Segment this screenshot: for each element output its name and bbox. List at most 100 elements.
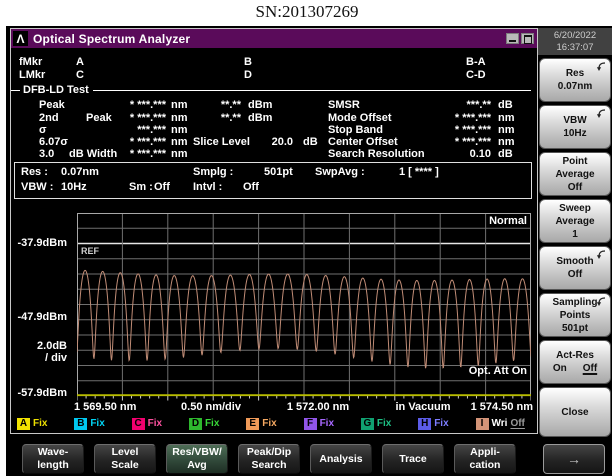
lmkr-c-minus-d: C-D	[466, 69, 486, 81]
vbw-value: 10Hz	[61, 181, 87, 193]
button-value: 0.07nm	[558, 81, 592, 92]
function-key-row: Wave- length Level Scale Res/VBW/ Avg Pe…	[6, 440, 612, 476]
window-title: Optical Spectrum Analyzer	[33, 32, 190, 46]
restore-button[interactable]	[521, 33, 534, 44]
trace-c[interactable]: C Fix	[132, 418, 162, 430]
param-value-right: * ***.***	[409, 124, 491, 136]
button-label: Points	[560, 310, 591, 321]
param-unit-right: nm	[498, 136, 515, 148]
param-name: σ	[39, 124, 47, 136]
param-name: 6.07σ	[39, 136, 68, 148]
swpavg-value: 1 [ **** ]	[399, 166, 439, 178]
trace-i-active[interactable]: I Wri Off	[476, 418, 525, 430]
x-stop-label: 1 574.50 nm	[455, 401, 533, 413]
y-scale-div-label: / div	[11, 352, 67, 364]
fnkey-trace[interactable]: Trace	[382, 444, 444, 474]
status-row-2: VBW : 10Hz Sm : Off Intvl : Off	[15, 181, 531, 194]
dfb-section-title: DFB-LD Test	[23, 84, 89, 96]
trace-d[interactable]: D Fix	[189, 418, 219, 430]
trace-state: Fix	[148, 418, 162, 429]
param-value-right: * ***.***	[409, 112, 491, 124]
dfb-section-divider: DFB-LD Test	[11, 84, 537, 97]
fnkey-label: Search	[251, 459, 286, 472]
res-label: Res :	[21, 166, 48, 178]
trace-e[interactable]: E Fix	[246, 418, 276, 430]
fnkey-label: length	[37, 459, 69, 472]
res-button[interactable]: Res 0.07nm	[539, 58, 611, 102]
param-name-right: Mode Offset	[328, 112, 392, 124]
trace-a[interactable]: A Fix	[17, 418, 47, 430]
fnkey-label: Wave-	[38, 446, 69, 459]
trace-state: Fix	[90, 418, 104, 429]
lmkr-row: LMkr C D C-D	[11, 69, 537, 82]
trace-f[interactable]: F Fix	[304, 418, 334, 430]
slice-level-unit: dB	[303, 136, 318, 148]
window-titlebar: Λ Optical Spectrum Analyzer	[11, 29, 537, 48]
y-bottom-label: -57.9dBm	[11, 387, 67, 399]
fnkey-level-scale[interactable]: Level Scale	[94, 444, 156, 474]
trace-letter-box: I	[476, 418, 489, 430]
button-label: Sampling	[552, 297, 597, 308]
minimize-button[interactable]	[506, 33, 519, 44]
anritsu-logo-icon: Λ	[13, 31, 28, 46]
optical-attenuator-label: Opt. Att On	[411, 365, 527, 377]
fnkey-label: Trace	[399, 453, 426, 466]
sampling-points-button[interactable]: Sampling Points 501pt	[539, 293, 611, 337]
act-res-off-option[interactable]: Off	[583, 363, 597, 374]
param-name-right: Center Offset	[328, 136, 398, 148]
fmkr-b: B	[244, 56, 252, 68]
interval-value: Off	[243, 181, 259, 193]
y-mid-label: -47.9dBm	[11, 311, 67, 323]
button-value: Off	[568, 182, 582, 193]
trace-state: Fix	[377, 418, 391, 429]
sweep-average-button[interactable]: Sweep Average 1	[539, 199, 611, 243]
param-name-right: Stop Band	[328, 124, 383, 136]
ref-line-label: REF	[81, 246, 99, 256]
param-unit: nm	[171, 112, 188, 124]
lmkr-label: LMkr	[19, 69, 45, 81]
lmkr-c: C	[76, 69, 84, 81]
button-value: Off	[568, 269, 582, 280]
fmkr-row: fMkr A B B-A	[11, 56, 537, 69]
trace-state: Fix	[205, 418, 219, 429]
trace-letter-box: C	[132, 418, 145, 430]
vbw-button[interactable]: VBW 10Hz	[539, 105, 611, 149]
trace-letter-box: D	[189, 418, 202, 430]
button-value: 10Hz	[563, 128, 586, 139]
fnkey-label: Peak/Dip	[247, 446, 291, 459]
fnkey-label: Scale	[111, 459, 138, 472]
fnkey-label: Avg	[187, 459, 206, 472]
smooth-button[interactable]: Smooth Off	[539, 246, 611, 290]
smplg-label: Smplg :	[193, 166, 233, 178]
trace-letter-box: A	[17, 418, 30, 430]
param-value-right: ***.**	[409, 99, 491, 111]
trace-h[interactable]: H Fix	[418, 418, 448, 430]
trace-state: Fix	[33, 418, 47, 429]
trace-letter-box: G	[361, 418, 374, 430]
fnkey-peak-dip-search[interactable]: Peak/Dip Search	[238, 444, 300, 474]
fnkey-wavelength[interactable]: Wave- length	[22, 444, 84, 474]
point-average-button[interactable]: Point Average Off	[539, 152, 611, 196]
button-label: Average	[555, 216, 594, 227]
fnkey-application[interactable]: Appli- cation	[454, 444, 516, 474]
submenu-arrow-icon	[596, 297, 606, 307]
button-label: Sweep	[559, 203, 591, 214]
fnkey-res-vbw-avg[interactable]: Res/VBW/ Avg	[166, 444, 228, 474]
trace-g[interactable]: G Fix	[361, 418, 391, 430]
fnkey-label: Res/VBW/	[172, 446, 222, 459]
button-label: VBW	[563, 115, 586, 126]
close-button[interactable]: Close	[539, 387, 611, 437]
fnkey-label: Appli-	[470, 446, 500, 459]
act-res-button[interactable]: Act-Res On Off	[539, 340, 611, 384]
act-res-on-option[interactable]: On	[553, 363, 567, 374]
fnkey-analysis[interactable]: Analysis	[310, 444, 372, 474]
trace-letter-box: E	[246, 418, 259, 430]
fnkey-next-page[interactable]: →	[543, 444, 605, 474]
swpavg-label: SwpAvg :	[315, 166, 365, 178]
param-unit-right: nm	[498, 112, 515, 124]
param-value: * ***.***	[86, 136, 166, 148]
param-value: ***.***	[86, 124, 166, 136]
trace-b[interactable]: B Fix	[74, 418, 104, 430]
trace-state: Fix	[262, 418, 276, 429]
param-name: Peak	[39, 99, 65, 111]
